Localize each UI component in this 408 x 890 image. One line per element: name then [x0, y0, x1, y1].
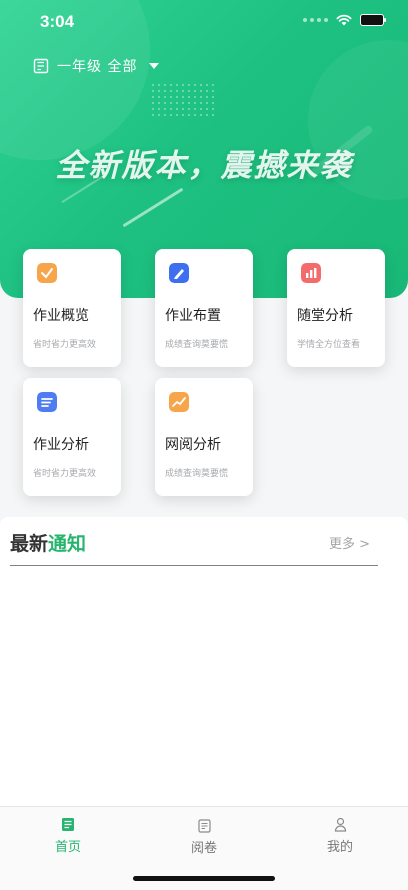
- grade-selector-label: 一年级 全部: [57, 59, 138, 75]
- latest-notice-panel: 最新通知 更多 >: [0, 517, 408, 807]
- feature-card-homework-analysis[interactable]: 作业分析 省时省力更高效: [23, 378, 121, 496]
- feature-card-homework-overview[interactable]: 作业概览 省时省力更高效: [23, 249, 121, 367]
- assign-pen-icon: [169, 263, 189, 283]
- feature-title: 作业概览: [33, 308, 89, 324]
- home-indicator: [133, 876, 275, 881]
- feature-title: 作业布置: [165, 308, 221, 324]
- tab-home-label: 首页: [54, 840, 81, 855]
- feature-subtitle: 成绩查询莫要慌: [165, 469, 229, 479]
- notice-heading: 最新通知: [10, 529, 86, 556]
- tab-home[interactable]: 首页: [28, 817, 108, 855]
- homework-overview-icon: [37, 263, 57, 283]
- battery-icon: [360, 14, 386, 26]
- tab-mine[interactable]: 我的: [300, 817, 380, 855]
- class-chart-icon: [301, 263, 321, 283]
- feature-title: 网阅分析: [165, 437, 221, 453]
- feature-card-homework-assign[interactable]: 作业布置 成绩查询莫要慌: [155, 249, 253, 367]
- status-icons: [303, 14, 386, 26]
- feature-title: 作业分析: [33, 437, 89, 453]
- feature-title: 随堂分析: [297, 308, 353, 324]
- decor-dots: [150, 82, 214, 116]
- banner-slogan: 全新版本，震撼来袭: [55, 148, 353, 184]
- wifi-icon: [336, 14, 352, 26]
- homework-list-icon: [37, 392, 57, 412]
- tab-review-label: 阅卷: [190, 841, 217, 856]
- feature-card-online-marking-analysis[interactable]: 网阅分析 成绩查询莫要慌: [155, 378, 253, 496]
- home-doc-icon: [62, 818, 74, 831]
- chevron-down-icon: [149, 63, 160, 69]
- notice-heading-main: 最新: [10, 533, 49, 555]
- tab-mine-label: 我的: [326, 840, 353, 855]
- decor-streak: [122, 187, 184, 228]
- feature-card-class-analysis[interactable]: 随堂分析 学情全方位查看: [287, 249, 385, 367]
- feature-subtitle: 省时省力更高效: [33, 340, 97, 350]
- more-notices-link[interactable]: 更多 >: [329, 533, 370, 552]
- notice-divider: [10, 565, 378, 566]
- grade-selector[interactable]: 一年级 全部: [33, 56, 160, 76]
- notice-heading-accent: 通知: [48, 533, 87, 555]
- feature-subtitle: 学情全方位查看: [297, 340, 361, 350]
- class-book-icon: [33, 58, 49, 74]
- trend-icon: [169, 392, 189, 412]
- user-icon: [334, 817, 346, 832]
- review-paper-icon: [197, 819, 211, 833]
- feature-subtitle: 成绩查询莫要慌: [165, 340, 229, 350]
- status-time: 3:04: [40, 12, 75, 31]
- tab-review[interactable]: 阅卷: [164, 819, 244, 856]
- cellular-signal-icon: [303, 18, 328, 22]
- status-bar: 3:04: [0, 0, 408, 46]
- feature-subtitle: 省时省力更高效: [33, 469, 97, 479]
